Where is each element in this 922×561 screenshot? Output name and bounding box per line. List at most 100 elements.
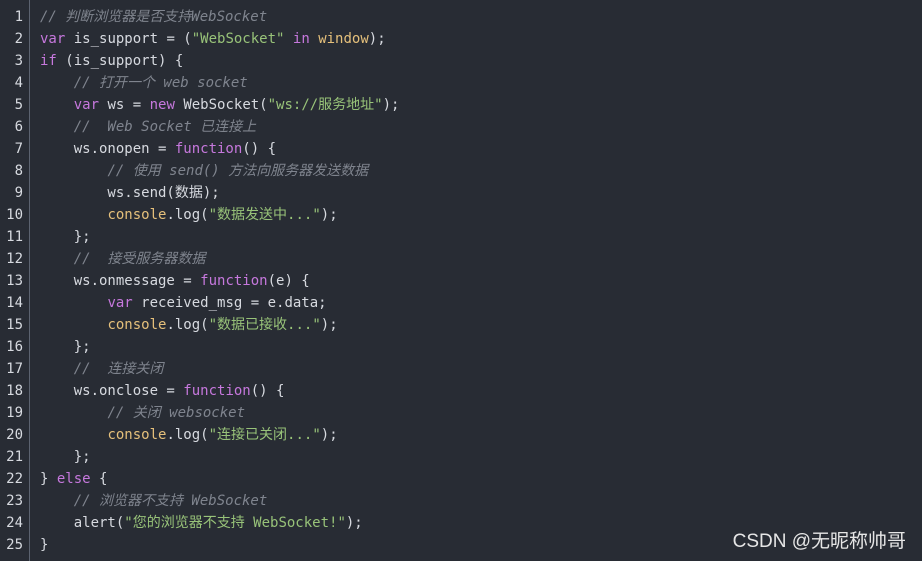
- code-token-builtin: console: [107, 427, 167, 443]
- line-number: 14: [6, 295, 23, 311]
- line-number: 1: [14, 9, 23, 25]
- line-number: 23: [6, 493, 23, 509]
- code-token-plain: };: [40, 449, 91, 465]
- code-token-plain: };: [40, 339, 91, 355]
- code-line: 18 ws.onclose = function() {: [0, 380, 922, 402]
- code-token-plain: (e) {: [267, 273, 310, 289]
- code-line: 3 if (is_support) {: [0, 50, 922, 72]
- code-line: 17 // 连接关闭: [0, 358, 922, 380]
- code-line: 19 // 关闭 websocket: [0, 402, 922, 424]
- code-token-comment: // 接受服务器数据: [73, 251, 206, 267]
- code-token-plain: );: [320, 427, 338, 443]
- code-text: ws.onmessage = function(e) {: [40, 270, 310, 292]
- code-line: 16 };: [0, 336, 922, 358]
- code-token-plain: );: [320, 317, 338, 333]
- line-number: 20: [6, 427, 23, 443]
- code-token-plain: () {: [242, 141, 277, 157]
- code-token-keyword: var: [107, 295, 133, 311]
- code-token-keyword: else: [56, 471, 91, 487]
- code-token-keyword: function: [200, 273, 268, 289]
- code-token-keyword: var: [40, 31, 66, 47]
- code-line: 14 var received_msg = e.data;: [0, 292, 922, 314]
- line-number: 24: [6, 515, 23, 531]
- code-text: ws.send(数据);: [40, 182, 220, 204]
- line-number: 19: [6, 405, 23, 421]
- code-token-comment: // 连接关闭: [73, 361, 164, 377]
- code-text: var received_msg = e.data;: [40, 292, 326, 314]
- line-number: 2: [14, 31, 23, 47]
- code-token-plain: () {: [250, 383, 285, 399]
- code-text: // 接受服务器数据: [40, 248, 206, 270]
- code-text: var is_support = ("WebSocket" in window)…: [40, 28, 386, 50]
- code-line: 8 // 使用 send() 方法向服务器发送数据: [0, 160, 922, 182]
- line-number: 12: [6, 251, 23, 267]
- code-token-plain: }: [40, 537, 49, 553]
- code-text: // 使用 send() 方法向服务器发送数据: [40, 160, 368, 182]
- code-line: 10 console.log("数据发送中...");: [0, 204, 922, 226]
- code-token-comment: // 打开一个 web socket: [73, 75, 248, 91]
- code-token-plain: ws.onclose =: [40, 383, 184, 399]
- code-token-plain: WebSocket(: [174, 97, 268, 113]
- code-line: 23 // 浏览器不支持 WebSocket: [0, 490, 922, 512]
- code-token-string: "连接已关闭...": [208, 427, 321, 443]
- code-line: 15 console.log("数据已接收...");: [0, 314, 922, 336]
- code-editor[interactable]: 1 // 判断浏览器是否支持WebSocket 2 var is_support = …: [0, 0, 922, 561]
- code-token-keyword: function: [174, 141, 243, 157]
- line-number: 9: [14, 185, 23, 201]
- code-token-plain: );: [345, 515, 363, 531]
- code-text: // Web Socket 已连接上: [40, 116, 256, 138]
- line-number: 7: [14, 141, 23, 157]
- code-line: 7 ws.onopen = function() {: [0, 138, 922, 160]
- code-token-string: "数据发送中...": [208, 207, 321, 223]
- code-token-string: "您的浏览器不支持 WebSocket!": [124, 515, 346, 531]
- code-token-plain: (is_support) {: [56, 53, 184, 69]
- code-token-plain: .log(: [166, 207, 209, 223]
- code-token-plain: is_support = (: [65, 31, 192, 47]
- code-token-plain: );: [368, 31, 386, 47]
- code-token-string: "ws://服务地址": [267, 97, 383, 113]
- code-token-plain: .log(: [166, 317, 209, 333]
- code-text: console.log("数据已接收...");: [40, 314, 338, 336]
- line-number: 16: [6, 339, 23, 355]
- code-line: 9 ws.send(数据);: [0, 182, 922, 204]
- code-line: 12 // 接受服务器数据: [0, 248, 922, 270]
- code-token-plain: ws.send(数据);: [40, 185, 220, 201]
- code-token-keyword: function: [183, 383, 251, 399]
- line-number: 13: [6, 273, 23, 289]
- code-token-plain: ws.onopen =: [40, 141, 175, 157]
- code-text: // 打开一个 web socket: [40, 72, 248, 94]
- line-number: 22: [6, 471, 23, 487]
- code-token-plain: {: [90, 471, 108, 487]
- code-token-plain: );: [320, 207, 338, 223]
- code-token-string: "WebSocket": [191, 31, 285, 47]
- code-token-plain: ws =: [99, 97, 150, 113]
- code-line: 11 };: [0, 226, 922, 248]
- code-text: // 浏览器不支持 WebSocket: [40, 490, 268, 512]
- line-number: 25: [6, 537, 23, 553]
- code-token-comment: // 使用 send() 方法向服务器发送数据: [107, 163, 369, 179]
- line-number: 10: [6, 207, 23, 223]
- code-token-keyword: if: [40, 53, 57, 69]
- code-text: if (is_support) {: [40, 50, 183, 72]
- code-text: }: [40, 534, 48, 556]
- code-text: };: [40, 336, 91, 358]
- code-text: };: [40, 446, 91, 468]
- line-number: 4: [14, 75, 23, 91]
- code-text: console.log("连接已关闭...");: [40, 424, 338, 446]
- code-token-builtin: console: [107, 317, 167, 333]
- code-line: 1 // 判断浏览器是否支持WebSocket: [0, 6, 922, 28]
- line-number: 15: [6, 317, 23, 333]
- code-line: 5 var ws = new WebSocket("ws://服务地址");: [0, 94, 922, 116]
- line-number: 17: [6, 361, 23, 377]
- code-token-string: "数据已接收...": [208, 317, 321, 333]
- code-token-builtin: window: [318, 31, 369, 47]
- code-line: 20 console.log("连接已关闭...");: [0, 424, 922, 446]
- code-token-keyword: in: [292, 31, 310, 47]
- code-text: alert("您的浏览器不支持 WebSocket!");: [40, 512, 363, 534]
